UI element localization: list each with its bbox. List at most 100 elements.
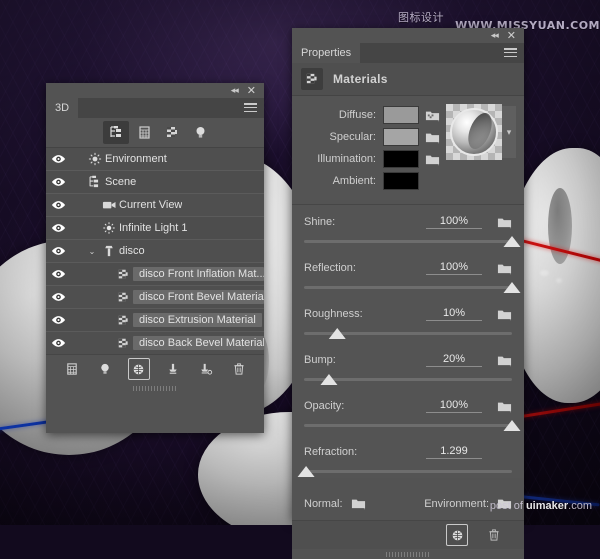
close-icon[interactable]: ✕ [247, 85, 256, 96]
camera-icon [99, 199, 119, 211]
visibility-eye-icon[interactable] [46, 246, 71, 256]
tabbar-filler [360, 43, 524, 63]
scene-tree-row[interactable]: disco Back Bevel Material [46, 332, 264, 354]
delete-button[interactable] [229, 359, 249, 379]
scene-tree-row-label: Current View [119, 199, 183, 211]
slider-header: Refraction: 1.299 [304, 443, 512, 461]
hamburger-menu-icon[interactable] [504, 48, 517, 57]
slider-label: Bump: [304, 354, 336, 366]
scene-tree-row[interactable]: Scene [46, 171, 264, 194]
scene-tree-row[interactable]: ⌄ disco [46, 240, 264, 263]
remove-constraint-button[interactable] [196, 359, 216, 379]
panel-properties-tabbar: Properties [292, 43, 524, 63]
scene-icon [85, 175, 105, 189]
panel-properties-resize-grip[interactable] [292, 549, 524, 559]
material-sliders-block: Shine: 100% Reflection: 100% Roughness: 10% Bu… [292, 205, 524, 478]
slider-value-input[interactable]: 100% [426, 399, 482, 413]
panel-3d-titlebar: ◂◂ ✕ [46, 83, 264, 98]
color-swatch[interactable] [383, 150, 419, 168]
chevron-down-icon[interactable]: ▾ [502, 106, 516, 158]
visibility-eye-icon[interactable] [46, 338, 71, 348]
material-color-label: Illumination: [317, 153, 376, 165]
material-slider-group: Refraction: 1.299 [292, 443, 524, 478]
scene-tree-row[interactable]: disco Extrusion Material [46, 309, 264, 332]
hamburger-menu-icon[interactable] [244, 103, 257, 112]
visibility-eye-icon[interactable] [46, 177, 71, 187]
scene-tree-row[interactable]: Infinite Light 1 [46, 217, 264, 240]
add-light-button[interactable] [95, 359, 115, 379]
lights-filter-icon[interactable] [187, 121, 213, 144]
panel-properties-footer [292, 520, 524, 549]
folder-icon[interactable] [482, 354, 512, 367]
chevron-down-icon[interactable]: ⌄ [85, 247, 99, 256]
folder-icon[interactable] [482, 216, 512, 229]
material-slider-group: Reflection: 100% [292, 259, 524, 294]
visibility-eye-icon[interactable] [46, 200, 71, 210]
visibility-eye-icon[interactable] [46, 315, 71, 325]
scene-filter-icon[interactable] [103, 121, 129, 144]
slider-value-input[interactable]: 100% [426, 261, 482, 275]
watermark-bottom-suffix: .com [568, 500, 592, 512]
slider-value-input[interactable]: 20% [426, 353, 482, 367]
tab-3d[interactable]: 3D [46, 98, 79, 118]
close-icon[interactable]: ✕ [507, 30, 516, 41]
scene-tree-list[interactable]: ▲ ▼ EnvironmentSceneCurrent ViewInfinite… [46, 148, 264, 354]
scene-tree-row[interactable]: Current View [46, 194, 264, 217]
color-swatch[interactable] [383, 128, 419, 146]
slider-value-input[interactable]: 1.299 [426, 445, 482, 459]
add-constraint-button[interactable] [163, 359, 183, 379]
scene-tree-row-label: disco Back Bevel Material [133, 336, 264, 350]
collapse-icon[interactable]: ◂◂ [491, 31, 499, 40]
material-color-label: Diffuse: [338, 109, 376, 121]
scene-tree-row[interactable]: Environment [46, 148, 264, 171]
visibility-eye-icon[interactable] [46, 269, 71, 279]
folder-icon[interactable] [351, 497, 366, 510]
render-button[interactable] [127, 358, 150, 380]
slider-track[interactable] [297, 466, 512, 478]
slider-track[interactable] [304, 236, 521, 248]
panel-3d-resize-grip[interactable] [46, 383, 264, 393]
tab-properties[interactable]: Properties [292, 43, 361, 63]
slider-header: Opacity: 100% [304, 397, 512, 415]
slider-track[interactable] [304, 282, 521, 294]
slider-track[interactable] [304, 374, 512, 386]
slider-value-input[interactable]: 10% [426, 307, 482, 321]
panel-3d-footer [46, 354, 264, 383]
scene-tree-row-label: disco Front Bevel Material [133, 290, 264, 304]
collapse-icon[interactable]: ◂◂ [231, 86, 239, 95]
panel-properties-titlebar: ◂◂ ✕ [292, 28, 524, 43]
visibility-eye-icon[interactable] [46, 223, 71, 233]
scene-tree-row-label: disco [119, 245, 145, 257]
mesh-filter-icon[interactable] [131, 121, 157, 144]
materials-filter-icon[interactable] [159, 121, 185, 144]
watermark-bottom: post of uimaker.com [490, 500, 592, 512]
texture-folder-icon[interactable] [419, 109, 445, 122]
scene-tree-row[interactable]: disco Front Inflation Mat... [46, 263, 264, 286]
folder-icon[interactable] [482, 400, 512, 413]
folder-icon[interactable] [419, 131, 445, 144]
slider-label: Roughness: [304, 308, 363, 320]
mesh-icon [99, 244, 119, 258]
material-color-label: Specular: [329, 131, 376, 143]
slider-value-input[interactable]: 100% [426, 215, 482, 229]
folder-icon[interactable] [419, 153, 445, 166]
slider-header: Roughness: 10% [304, 305, 512, 323]
color-swatch[interactable] [383, 172, 419, 190]
slider-track[interactable] [304, 420, 521, 432]
folder-icon[interactable] [482, 262, 512, 275]
material-preview-thumbnail[interactable] [446, 104, 502, 160]
scene-tree-row[interactable]: disco Front Bevel Material [46, 286, 264, 309]
folder-icon[interactable] [482, 308, 512, 321]
visibility-eye-icon[interactable] [46, 292, 71, 302]
scene-tree-row-label: Scene [105, 176, 137, 188]
visibility-eye-icon[interactable] [46, 154, 71, 164]
material-icon [113, 268, 133, 281]
normal-label: Normal: [304, 497, 343, 510]
scene-tree-row-label: Infinite Light 1 [119, 222, 188, 234]
material-icon [113, 314, 133, 327]
delete-material-button[interactable] [484, 525, 504, 545]
color-swatch[interactable] [383, 106, 419, 124]
load-material-button[interactable] [446, 524, 468, 546]
slider-track[interactable] [304, 328, 512, 340]
add-mesh-button[interactable] [62, 359, 82, 379]
